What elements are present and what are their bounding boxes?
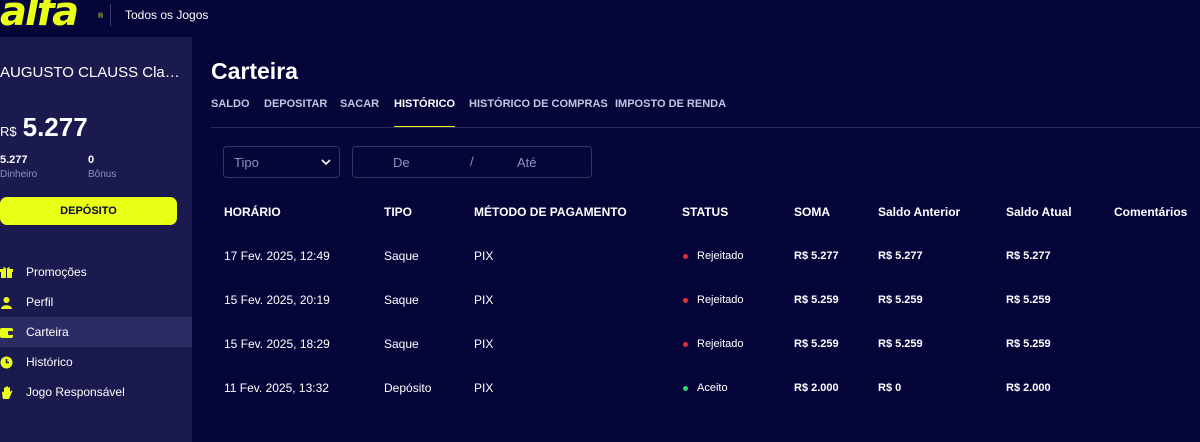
sidebar-item-label: Jogo Responsável [26, 385, 125, 399]
sidebar-item-label: Perfil [26, 295, 54, 309]
cash-label: Dinheiro [0, 169, 38, 180]
cell-previous-balance: R$ 0 [878, 382, 902, 394]
status-dot [683, 254, 688, 259]
tab-saldo[interactable]: SALDO [211, 98, 250, 128]
status-dot [683, 298, 688, 303]
cell-type: Depósito [384, 381, 432, 395]
date-separator: / [470, 154, 474, 169]
deposit-button[interactable]: DEPÓSITO [0, 197, 177, 225]
column-header-status: STATUS [682, 205, 729, 219]
cell-type: Saque [384, 337, 419, 351]
cell-previous-balance: R$ 5.259 [878, 294, 923, 306]
cell-amount: R$ 5.259 [794, 338, 839, 350]
divider [110, 4, 111, 26]
tab-depositar[interactable]: DEPOSITAR [264, 98, 327, 128]
page-title: Carteira [211, 58, 298, 84]
registered-mark: ® [98, 13, 104, 20]
column-header-previous-balance: Saldo Anterior [878, 205, 961, 219]
column-header-type: TIPO [384, 205, 413, 219]
cell-amount: R$ 5.277 [794, 250, 839, 262]
cell-current-balance: R$ 2.000 [1006, 382, 1051, 394]
cell-method: PIX [474, 337, 494, 351]
cell-current-balance: R$ 5.259 [1006, 338, 1051, 350]
tab-historico-de-compras[interactable]: HISTÓRICO DE COMPRAS [469, 98, 608, 128]
type-filter-select[interactable]: Tipo [223, 146, 340, 178]
bonus-label: Bônus [88, 169, 117, 180]
cash-value: 5.277 [0, 154, 28, 166]
all-games-link[interactable]: Todos os Jogos [125, 8, 208, 22]
cell-current-balance: R$ 5.259 [1006, 294, 1051, 306]
status-badge: Aceito [697, 382, 728, 394]
date-range-filter: / [352, 146, 592, 178]
cell-type: Saque [384, 293, 419, 307]
sidebar-item-historico[interactable]: Histórico [0, 347, 192, 377]
cell-time: 15 Fev. 2025, 18:29 [224, 337, 330, 351]
status-dot [683, 386, 688, 391]
sidebar-item-jogo-responsavel[interactable]: Jogo Responsável [0, 377, 192, 407]
cell-previous-balance: R$ 5.277 [878, 250, 923, 262]
top-bar: alfa ® Todos os Jogos [0, 0, 1200, 37]
chevron-down-icon [321, 159, 331, 166]
balance: R$ 5.277 [0, 112, 88, 143]
balance-value: 5.277 [22, 112, 88, 142]
cell-method: PIX [474, 293, 494, 307]
cell-previous-balance: R$ 5.259 [878, 338, 923, 350]
date-from-input[interactable] [393, 153, 453, 171]
cell-current-balance: R$ 5.277 [1006, 250, 1051, 262]
wallet-icon [0, 326, 13, 339]
sidebar-item-label: Promoções [26, 265, 87, 279]
user-icon [0, 296, 13, 309]
tab-historico[interactable]: HISTÓRICO [394, 98, 456, 128]
column-header-current-balance: Saldo Atual [1006, 205, 1072, 219]
hand-icon [0, 385, 13, 399]
sidebar-item-label: Carteira [26, 325, 69, 339]
type-filter-placeholder: Tipo [234, 154, 259, 170]
gift-icon [0, 266, 13, 279]
cell-amount: R$ 2.000 [794, 382, 839, 394]
status-badge: Rejeitado [697, 294, 744, 306]
tabs-divider [211, 127, 1200, 128]
date-to-input[interactable] [517, 153, 577, 171]
status-badge: Rejeitado [697, 250, 744, 262]
user-name: AUGUSTO CLAUSS Clau... [0, 64, 180, 81]
clock-icon [0, 356, 13, 369]
bonus-value: 0 [88, 154, 95, 166]
cell-amount: R$ 5.259 [794, 294, 839, 306]
brand-logo[interactable]: alfa [0, 0, 79, 32]
column-header-amount: SOMA [794, 205, 830, 219]
status-dot [683, 342, 688, 347]
cell-method: PIX [474, 381, 494, 395]
column-header-time: HORÁRIO [224, 205, 281, 219]
cell-time: 11 Fev. 2025, 13:32 [224, 381, 329, 395]
column-header-comments: Comentários [1114, 205, 1188, 219]
cell-time: 15 Fev. 2025, 20:19 [224, 293, 330, 307]
status-badge: Rejeitado [697, 338, 744, 350]
cell-time: 17 Fev. 2025, 12:49 [224, 249, 330, 263]
column-header-method: MÉTODO DE PAGAMENTO [474, 205, 627, 219]
sidebar-item-carteira[interactable]: Carteira [0, 317, 192, 347]
tab-imposto-de-renda[interactable]: IMPOSTO DE RENDA [615, 98, 726, 128]
sidebar: AUGUSTO CLAUSS Clau... R$ 5.277 5.277 Di… [0, 37, 192, 442]
sidebar-item-promocoes[interactable]: Promoções [0, 257, 192, 287]
balance-currency: R$ [0, 124, 17, 139]
sidebar-item-perfil[interactable]: Perfil [0, 287, 192, 317]
tab-sacar[interactable]: SACAR [340, 98, 379, 128]
sidebar-item-label: Histórico [26, 355, 73, 369]
cell-type: Saque [384, 249, 419, 263]
cell-method: PIX [474, 249, 494, 263]
